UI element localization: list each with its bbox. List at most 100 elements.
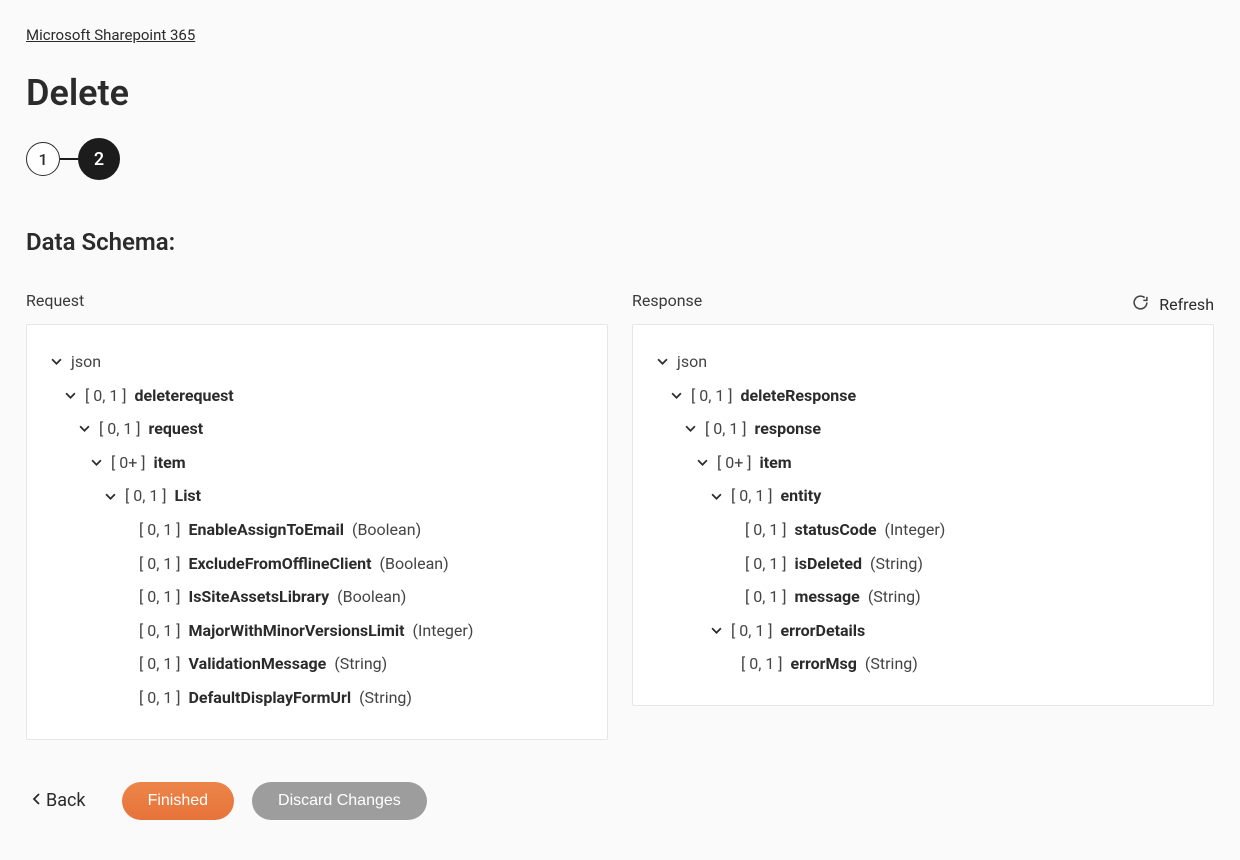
node-card: [ 0, 1 ] (139, 584, 181, 610)
node-card: [ 0+ ] (111, 450, 146, 476)
node-name: item (154, 450, 186, 476)
node-card: [ 0+ ] (717, 450, 752, 476)
chevron-left-icon (32, 790, 42, 811)
tree-row[interactable]: [ 0, 1 ] isDeleted (String) (655, 547, 1191, 581)
back-label: Back (46, 790, 86, 811)
node-card: [ 0, 1 ] (745, 517, 787, 543)
chevron-down-icon (655, 356, 669, 367)
node-type: (Boolean) (337, 584, 406, 610)
step-2[interactable]: 2 (78, 138, 120, 180)
breadcrumb-link[interactable]: Microsoft Sharepoint 365 (26, 26, 195, 44)
tree-row[interactable]: [ 0, 1 ] entity (655, 479, 1191, 513)
node-card: [ 0, 1 ] (99, 416, 141, 442)
footer-actions: Back Finished Discard Changes (26, 782, 1214, 820)
node-card: [ 0, 1 ] (705, 416, 747, 442)
tree-row[interactable]: [ 0, 1 ] MajorWithMinorVersionsLimit (In… (49, 614, 585, 648)
node-type: (String) (359, 685, 412, 711)
node-name: isDeleted (795, 551, 862, 577)
node-name: errorMsg (791, 651, 857, 677)
node-card: [ 0, 1 ] (745, 551, 787, 577)
tree-row[interactable]: [ 0, 1 ] ValidationMessage (String) (49, 647, 585, 681)
chevron-down-icon (89, 457, 103, 468)
node-name: statusCode (795, 517, 877, 543)
tree-row[interactable]: json (655, 345, 1191, 379)
node-card: [ 0, 1 ] (139, 685, 181, 711)
chevron-down-icon (103, 491, 117, 502)
node-name: MajorWithMinorVersionsLimit (189, 618, 405, 644)
chevron-down-icon (49, 356, 63, 367)
node-card: [ 0, 1 ] (731, 618, 773, 644)
tree-row[interactable]: [ 0, 1 ] List (49, 479, 585, 513)
request-column: Request json [ 0, 1 ] deleterequest [ 0,… (26, 321, 608, 740)
section-title: Data Schema: (26, 228, 1214, 256)
node-card: [ 0, 1 ] (745, 584, 787, 610)
node-card: [ 0, 1 ] (139, 651, 181, 677)
stepper: 1 2 (26, 138, 1214, 180)
tree-row[interactable]: [ 0+ ] item (655, 446, 1191, 480)
node-type: (Integer) (884, 517, 945, 543)
request-label: Request (26, 291, 608, 310)
tree-row[interactable]: [ 0, 1 ] deleteResponse (655, 379, 1191, 413)
discard-changes-button[interactable]: Discard Changes (252, 782, 427, 820)
back-button[interactable]: Back (32, 790, 86, 811)
schema-columns: Request json [ 0, 1 ] deleterequest [ 0,… (26, 321, 1214, 740)
node-card: [ 0, 1 ] (139, 517, 181, 543)
node-type: (Boolean) (352, 517, 421, 543)
node-type: (String) (334, 651, 387, 677)
node-name: deleteResponse (741, 383, 857, 409)
chevron-down-icon (63, 390, 77, 401)
node-type: (String) (868, 584, 921, 610)
node-name: DefaultDisplayFormUrl (189, 685, 352, 711)
tree-row[interactable]: [ 0, 1 ] IsSiteAssetsLibrary (Boolean) (49, 580, 585, 614)
node-name: ExcludeFromOfflineClient (189, 551, 372, 577)
node-card: [ 0, 1 ] (125, 483, 167, 509)
tree-row[interactable]: [ 0, 1 ] message (String) (655, 580, 1191, 614)
response-label: Response (632, 291, 1214, 310)
node-card: [ 0, 1 ] (139, 618, 181, 644)
node-name: errorDetails (781, 618, 866, 644)
node-type: (Integer) (413, 618, 474, 644)
node-name: entity (781, 483, 822, 509)
node-name: item (760, 450, 792, 476)
tree-row[interactable]: [ 0, 1 ] errorMsg (String) (655, 647, 1191, 681)
chevron-down-icon (669, 390, 683, 401)
response-panel: json [ 0, 1 ] deleteResponse [ 0, 1 ] re… (632, 324, 1214, 706)
node-card: [ 0, 1 ] (85, 383, 127, 409)
node-name: json (71, 349, 101, 375)
node-name: deleterequest (135, 383, 234, 409)
node-card: [ 0, 1 ] (691, 383, 733, 409)
tree-row[interactable]: [ 0, 1 ] ExcludeFromOfflineClient (Boole… (49, 547, 585, 581)
tree-row[interactable]: [ 0, 1 ] request (49, 412, 585, 446)
node-type: (String) (870, 551, 923, 577)
node-name: IsSiteAssetsLibrary (189, 584, 330, 610)
tree-row[interactable]: [ 0, 1 ] response (655, 412, 1191, 446)
chevron-down-icon (709, 625, 723, 636)
node-name: List (175, 483, 202, 509)
node-card: [ 0, 1 ] (741, 651, 783, 677)
tree-row[interactable]: [ 0, 1 ] deleterequest (49, 379, 585, 413)
chevron-down-icon (77, 423, 91, 434)
chevron-down-icon (683, 423, 697, 434)
finished-button[interactable]: Finished (122, 782, 234, 820)
node-name: EnableAssignToEmail (189, 517, 344, 543)
tree-row[interactable]: [ 0, 1 ] errorDetails (655, 614, 1191, 648)
step-1[interactable]: 1 (26, 142, 60, 176)
node-card: [ 0, 1 ] (731, 483, 773, 509)
chevron-down-icon (709, 491, 723, 502)
page-title: Delete (26, 72, 1214, 114)
node-name: json (677, 349, 707, 375)
step-connector (60, 158, 78, 160)
tree-row[interactable]: [ 0, 1 ] statusCode (Integer) (655, 513, 1191, 547)
node-name: message (795, 584, 860, 610)
tree-row[interactable]: json (49, 345, 585, 379)
request-panel: json [ 0, 1 ] deleterequest [ 0, 1 ] req… (26, 324, 608, 740)
tree-row[interactable]: [ 0, 1 ] DefaultDisplayFormUrl (String) (49, 681, 585, 715)
page-root: Microsoft Sharepoint 365 Delete 1 2 Data… (0, 0, 1240, 860)
chevron-down-icon (695, 457, 709, 468)
node-name: ValidationMessage (189, 651, 327, 677)
node-card: [ 0, 1 ] (139, 551, 181, 577)
tree-row[interactable]: [ 0, 1 ] EnableAssignToEmail (Boolean) (49, 513, 585, 547)
node-type: (Boolean) (380, 551, 449, 577)
tree-row[interactable]: [ 0+ ] item (49, 446, 585, 480)
node-name: request (149, 416, 204, 442)
